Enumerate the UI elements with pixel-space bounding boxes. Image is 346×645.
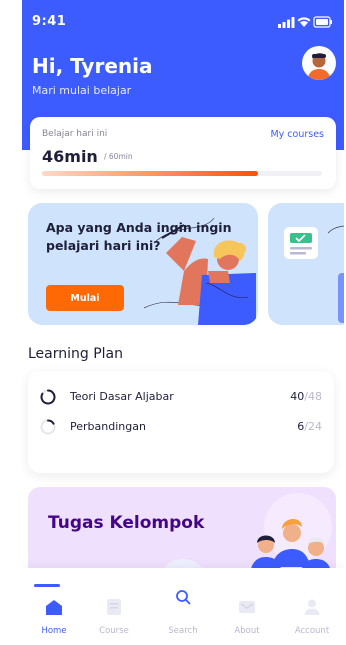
item-name: Perbandingan: [70, 420, 146, 433]
status-time: 9:41: [32, 14, 67, 29]
promo-card[interactable]: Apa yang Anda ingin ingin pelajari hari …: [28, 203, 258, 325]
learning-plan-card: Teori Dasar Aljabar 40/48 Perbandingan 6…: [28, 371, 334, 473]
avatar[interactable]: [302, 46, 336, 80]
promo-title: Apa yang Anda ingin ingin pelajari hari …: [46, 220, 232, 253]
progress-ring-icon: [40, 419, 56, 435]
list-item[interactable]: Perbandingan 6/24: [40, 417, 324, 437]
progress-value: 46min: [42, 147, 98, 166]
nav-account[interactable]: Account: [284, 584, 340, 636]
nav-about[interactable]: About: [219, 584, 275, 636]
home-icon: [46, 600, 62, 615]
nav-label: Home: [41, 626, 67, 636]
item-count: 40/48: [290, 390, 322, 403]
my-courses-link[interactable]: My courses: [270, 129, 324, 140]
active-indicator: [34, 584, 60, 587]
nav-label: Course: [99, 626, 129, 636]
checklist-illustration: [284, 225, 344, 323]
progress-bar-fill: [42, 171, 258, 176]
learning-plan-title: Learning Plan: [28, 346, 124, 362]
progress-bar: [42, 171, 322, 176]
nav-course[interactable]: Course: [86, 584, 142, 636]
progress-label: Belajar hari ini: [42, 129, 108, 139]
nav-search[interactable]: Search: [155, 584, 211, 636]
progress-total: / 60min: [104, 152, 133, 161]
bottom-nav: Home Course Search About Account: [22, 568, 344, 645]
system-icons: [278, 16, 332, 28]
item-name: Teori Dasar Aljabar: [70, 390, 174, 403]
item-count: 6/24: [297, 420, 322, 433]
nav-label: About: [234, 626, 260, 636]
nav-home[interactable]: Home: [26, 584, 82, 636]
group-task-title: Tugas Kelompok: [48, 513, 205, 533]
avatar-illustration: [307, 53, 331, 80]
promo-card-2[interactable]: [268, 203, 344, 325]
phone-screen: 9:41 Hi, Tyrenia Mari mulai belajar Bela…: [22, 0, 344, 645]
daily-progress-card: Belajar hari ini My courses 46min / 60mi…: [30, 117, 336, 189]
nav-label: Search: [168, 626, 198, 636]
subtitle: Mari mulai belajar: [32, 84, 132, 97]
nav-label: Account: [294, 626, 330, 636]
greeting: Hi, Tyrenia: [32, 54, 153, 78]
search-icon: [176, 590, 191, 605]
list-item[interactable]: Teori Dasar Aljabar 40/48: [40, 387, 324, 407]
message-icon: [239, 601, 255, 613]
progress-ring-icon: [40, 389, 56, 405]
book-icon: [107, 599, 121, 615]
start-button[interactable]: Mulai: [46, 285, 124, 311]
status-bar: 9:41: [32, 14, 332, 32]
user-icon: [304, 599, 320, 615]
